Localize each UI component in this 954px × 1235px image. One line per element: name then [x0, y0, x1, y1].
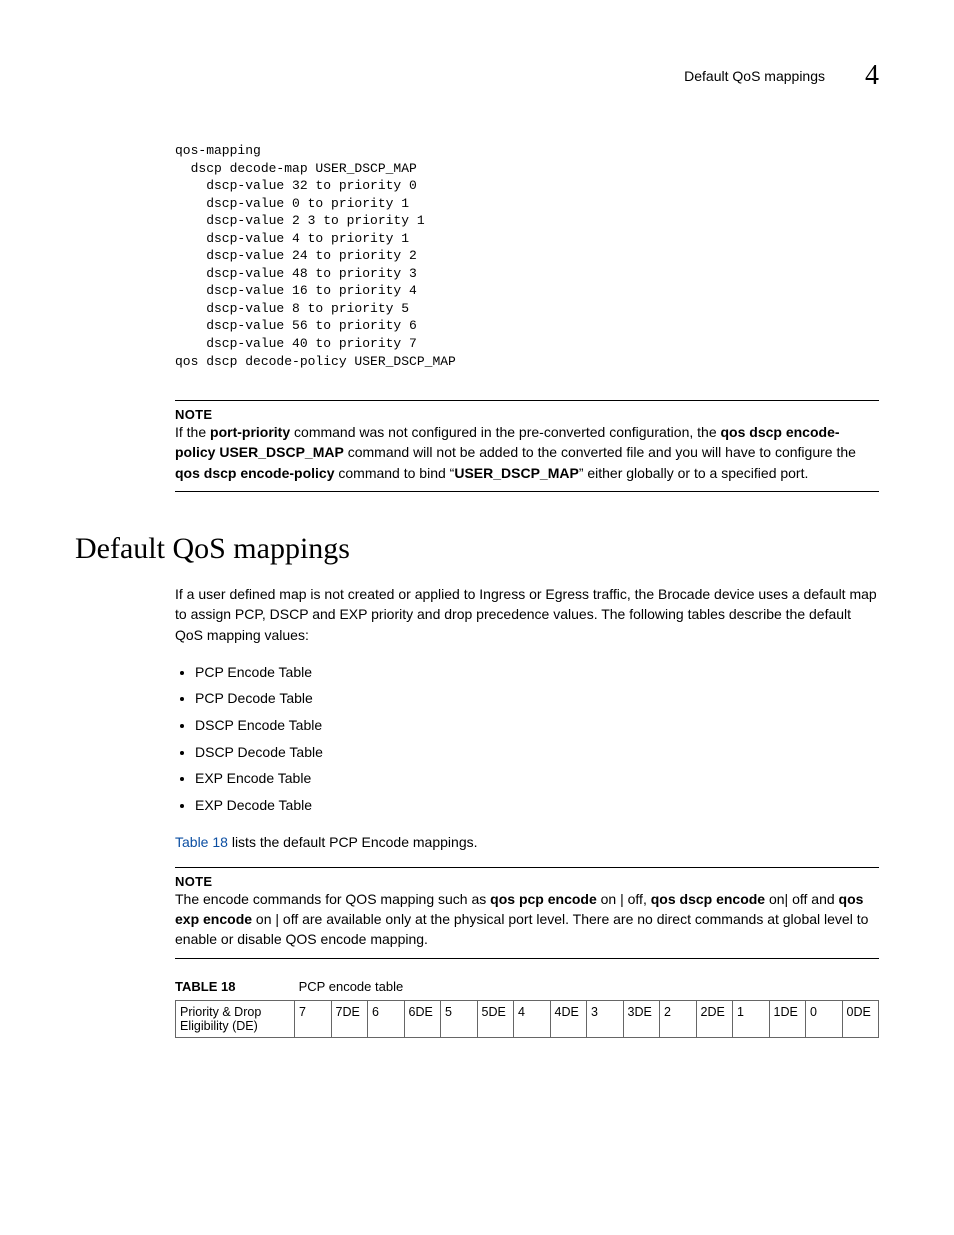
pcp-encode-table: Priority & Drop Eligibility (DE) 7 7DE 6… [175, 1000, 879, 1038]
cmd: qos dscp encode [651, 891, 765, 907]
cell: 3 [587, 1000, 624, 1037]
table-caption: TABLE 18 PCP encode table [175, 979, 879, 994]
note-block-2: NOTE The encode commands for QOS mapping… [175, 867, 879, 959]
text: on| off and [765, 891, 838, 907]
code-block: qos-mapping dscp decode-map USER_DSCP_MA… [175, 142, 879, 370]
cmd: port-priority [210, 424, 290, 440]
cell: 2 [660, 1000, 697, 1037]
cell: 1DE [769, 1000, 806, 1037]
text: The encode commands for QOS mapping such… [175, 891, 490, 907]
cell: 6DE [404, 1000, 441, 1037]
cell: 7DE [331, 1000, 368, 1037]
cmd: USER_DSCP_MAP [454, 465, 578, 481]
table-caption-label: TABLE 18 [175, 979, 295, 994]
cell: 7 [295, 1000, 332, 1037]
cell: 0 [806, 1000, 843, 1037]
list-item: EXP Decode Table [195, 792, 879, 819]
text: command was not configured in the pre-co… [290, 424, 720, 440]
page-header: Default QoS mappings 4 [75, 60, 879, 92]
note-body: The encode commands for QOS mapping such… [175, 889, 879, 950]
text: If the [175, 424, 210, 440]
row-header: Priority & Drop Eligibility (DE) [176, 1000, 295, 1037]
text: command to bind “ [334, 465, 454, 481]
list-item: DSCP Decode Table [195, 739, 879, 766]
cell: 2DE [696, 1000, 733, 1037]
table-row: Priority & Drop Eligibility (DE) 7 7DE 6… [176, 1000, 879, 1037]
cell: 3DE [623, 1000, 660, 1037]
table-ref-line: Table 18 lists the default PCP Encode ma… [175, 832, 879, 852]
cell: 1 [733, 1000, 770, 1037]
cell: 5DE [477, 1000, 514, 1037]
note-block-1: NOTE If the port-priority command was no… [175, 400, 879, 492]
cell: 4DE [550, 1000, 587, 1037]
text: on | off, [597, 891, 651, 907]
running-title: Default QoS mappings [684, 68, 825, 84]
note-label: NOTE [175, 407, 879, 422]
section-heading: Default QoS mappings [75, 532, 879, 566]
text: command will not be added to the convert… [344, 444, 856, 460]
cell: 0DE [842, 1000, 879, 1037]
intro-paragraph: If a user defined map is not created or … [175, 584, 879, 645]
cell: 5 [441, 1000, 478, 1037]
table-xref-link[interactable]: Table 18 [175, 834, 228, 850]
text: on | off are available only at the physi… [175, 911, 868, 947]
divider [175, 400, 879, 401]
cmd: qos pcp encode [490, 891, 597, 907]
bullet-list: PCP Encode Table PCP Decode Table DSCP E… [175, 659, 879, 819]
cmd: qos dscp encode-policy [175, 465, 334, 481]
list-item: PCP Decode Table [195, 685, 879, 712]
divider [175, 867, 879, 868]
divider [175, 491, 879, 492]
table-caption-title: PCP encode table [299, 979, 404, 994]
note-label: NOTE [175, 874, 879, 889]
note-body: If the port-priority command was not con… [175, 422, 879, 483]
text: lists the default PCP Encode mappings. [228, 834, 478, 850]
list-item: DSCP Encode Table [195, 712, 879, 739]
list-item: EXP Encode Table [195, 765, 879, 792]
text: ” either globally or to a specified port… [579, 465, 809, 481]
list-item: PCP Encode Table [195, 659, 879, 686]
chapter-number: 4 [865, 60, 879, 92]
divider [175, 958, 879, 959]
cell: 6 [368, 1000, 405, 1037]
cell: 4 [514, 1000, 551, 1037]
